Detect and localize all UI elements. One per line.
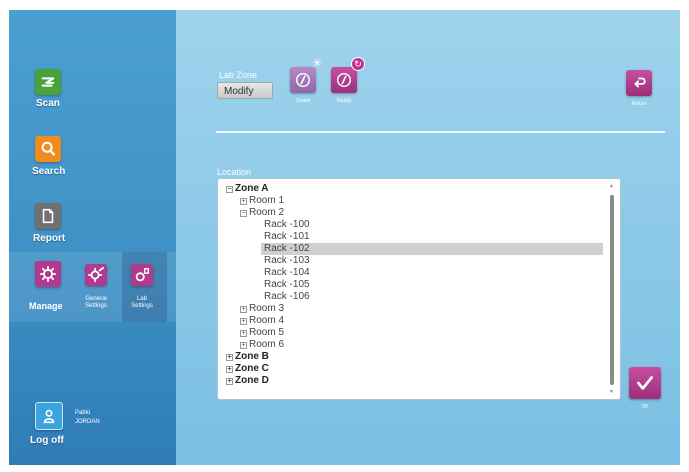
- create-icon: [295, 72, 311, 88]
- expand-icon[interactable]: +: [240, 330, 247, 337]
- tree-zone-item[interactable]: + Zone B: [226, 351, 269, 363]
- logoff-label[interactable]: Log off: [30, 435, 64, 446]
- user-icon: [43, 409, 55, 424]
- collapse-icon[interactable]: −: [240, 210, 247, 217]
- lab-settings-active-bg: [122, 252, 167, 322]
- expand-icon[interactable]: +: [226, 354, 233, 361]
- tree-zone-item[interactable]: + Zone D: [226, 375, 269, 387]
- expand-icon[interactable]: +: [240, 306, 247, 313]
- gear-wrench-icon: [87, 266, 105, 283]
- tree-room-item[interactable]: + Room 1: [240, 195, 284, 207]
- create-label: Create: [295, 98, 311, 104]
- manage-button[interactable]: [35, 261, 61, 287]
- tree-item-label: Zone C: [235, 363, 269, 374]
- expand-icon[interactable]: +: [240, 342, 247, 349]
- location-tree[interactable]: − Zone A + Room 1− Room 2 Rack -100 Rack -101 R…: [217, 178, 621, 400]
- tree-room-item[interactable]: + Room 3: [240, 303, 284, 315]
- tree-item-label: Rack -101: [264, 231, 310, 242]
- tree-item-label: Zone B: [235, 351, 269, 362]
- scan-button[interactable]: [35, 69, 61, 95]
- document-icon: [42, 208, 54, 224]
- search-label: Search: [32, 166, 66, 177]
- tree-item-label: Room 5: [249, 327, 285, 338]
- tree-item-label: Room 2: [249, 207, 285, 218]
- magnifier-icon: [41, 141, 55, 156]
- tree-rack-item[interactable]: Rack -100: [264, 219, 310, 231]
- general-settings-label: General Settings: [85, 296, 107, 309]
- tree-item-label: Room 3: [249, 303, 285, 314]
- ok-label: OK: [641, 404, 649, 410]
- tree-item-label: Room 4: [249, 315, 285, 326]
- tree-item-label: Rack -103: [264, 255, 310, 266]
- return-label: Return: [631, 101, 647, 107]
- logoff-button[interactable]: [35, 402, 63, 430]
- modify-icon: [336, 72, 352, 88]
- tree-rack-item[interactable]: Rack -104: [264, 267, 310, 279]
- lab-settings-button[interactable]: [131, 264, 153, 286]
- report-button[interactable]: [35, 203, 61, 229]
- lab-gear-icon: [135, 267, 150, 282]
- tree-zone-item[interactable]: + Zone C: [226, 363, 269, 375]
- expand-icon[interactable]: +: [240, 198, 247, 205]
- modify-refresh-icon: ↻: [351, 57, 365, 71]
- tree-room-item[interactable]: − Room 2: [240, 207, 284, 219]
- tree-rack-item[interactable]: Rack -105: [264, 279, 310, 291]
- user-last-name: JORDAN: [75, 419, 100, 425]
- create-button[interactable]: [290, 67, 316, 93]
- tree-room-item[interactable]: + Room 6: [240, 339, 284, 351]
- tree-item-label: Rack -105: [264, 279, 310, 290]
- lab-settings-label: Lab Settings: [131, 296, 153, 309]
- app-window: Scan Search Report Manage General Settin…: [9, 10, 680, 465]
- tree-rack-item[interactable]: Rack -103: [264, 255, 310, 267]
- scan-icon: [41, 77, 55, 87]
- tree-room-item[interactable]: + Room 4: [240, 315, 284, 327]
- return-button[interactable]: [626, 70, 652, 96]
- tree-item-label: Rack -104: [264, 267, 310, 278]
- scroll-thumb[interactable]: [610, 195, 614, 385]
- tree-rack-item[interactable]: Rack -102: [264, 243, 310, 255]
- ok-button[interactable]: [629, 367, 661, 399]
- tree-item-label: Room 1: [249, 195, 285, 206]
- sidebar: Scan Search Report Manage General Settin…: [9, 10, 176, 465]
- general-settings-button[interactable]: [85, 264, 107, 286]
- tree-rack-item[interactable]: Rack -101: [264, 231, 310, 243]
- mode-select[interactable]: Modify: [217, 82, 273, 99]
- expand-icon[interactable]: +: [226, 378, 233, 385]
- expand-icon[interactable]: +: [226, 366, 233, 373]
- tree-scrollbar[interactable]: ▲ ▼: [608, 183, 616, 395]
- tree-item-label: Rack -100: [264, 219, 310, 230]
- divider: [216, 131, 665, 133]
- report-label: Report: [33, 233, 66, 244]
- scroll-up-arrow[interactable]: ▲: [609, 183, 614, 189]
- manage-label: Manage: [29, 301, 63, 311]
- gear-icon: [39, 265, 57, 283]
- search-button[interactable]: [35, 136, 61, 162]
- selected-row-highlight: [261, 243, 603, 255]
- modify-button[interactable]: [331, 67, 357, 93]
- tree-zone-item[interactable]: − Zone A: [226, 183, 269, 195]
- tree-item-label: Room 6: [249, 339, 285, 350]
- expand-icon[interactable]: +: [240, 318, 247, 325]
- return-icon: [634, 77, 646, 88]
- checkmark-icon: [637, 376, 653, 390]
- collapse-icon[interactable]: −: [226, 186, 233, 193]
- tree-room-item[interactable]: + Room 5: [240, 327, 284, 339]
- modify-label: Modify: [336, 98, 352, 104]
- manage-submenu: Manage General Settings Lab Settings: [9, 252, 176, 322]
- tree-rack-item[interactable]: Rack -106: [264, 291, 310, 303]
- tree-item-label: Zone A: [235, 183, 269, 194]
- tree-item-label: Rack -106: [264, 291, 310, 302]
- lab-zone-label: Lab Zone: [219, 70, 258, 80]
- scroll-down-arrow[interactable]: ▼: [609, 389, 614, 395]
- user-first-name: Pablo: [75, 410, 91, 416]
- scan-label: Scan: [36, 98, 60, 109]
- location-label: Location: [217, 167, 252, 177]
- tree-item-label: Zone D: [235, 375, 269, 386]
- tree-item-label: Rack -102: [264, 243, 310, 254]
- create-sparkle-icon: ✳: [312, 56, 323, 70]
